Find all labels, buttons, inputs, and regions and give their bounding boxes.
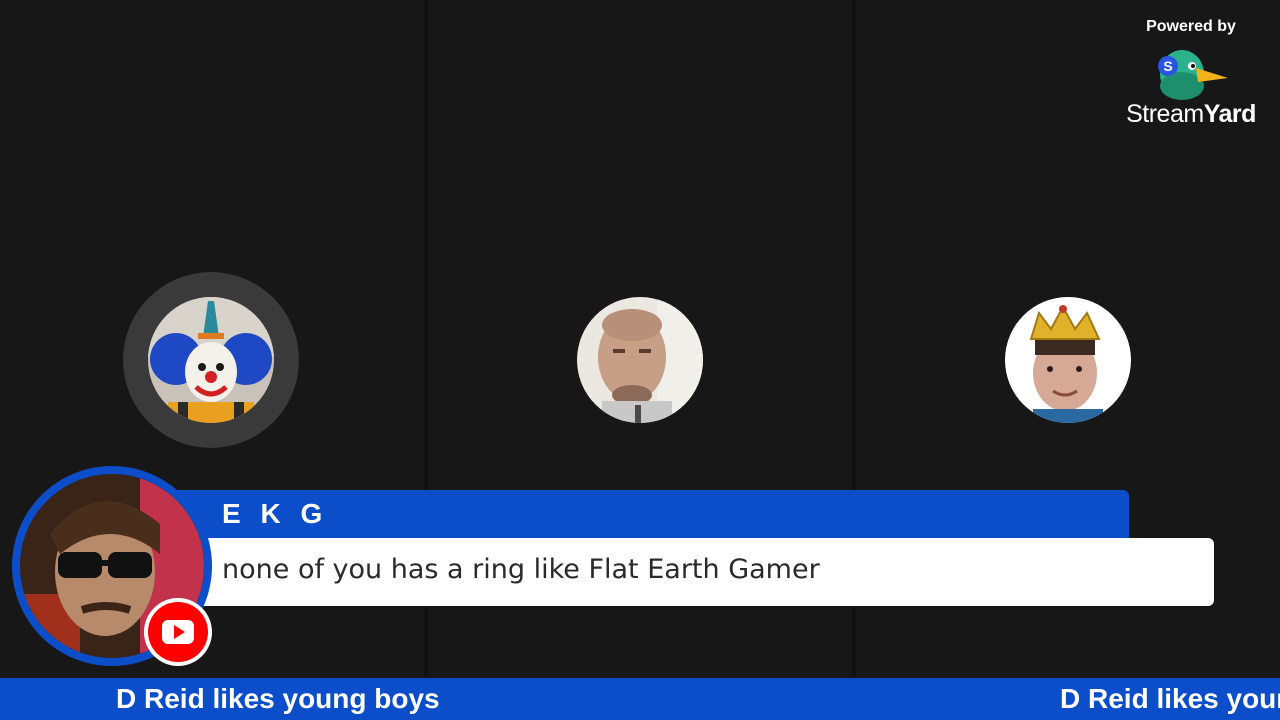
ticker-text-repeat: D Reid likes youn xyxy=(1060,683,1280,714)
comment-message-text: none of you has a ring like Flat Earth G… xyxy=(222,554,820,585)
crown-avatar xyxy=(1005,297,1131,423)
streamyard-duck-icon: S xyxy=(1156,46,1228,104)
comment-author-name: E K G xyxy=(222,498,329,529)
clown-avatar xyxy=(148,297,274,423)
youtube-icon xyxy=(144,598,212,666)
streamyard-wordmark: StreamYard xyxy=(1126,100,1256,128)
featured-comment: E K G none of you has a ring like Flat E… xyxy=(0,466,1280,676)
comment-message-box: none of you has a ring like Flat Earth G… xyxy=(150,538,1214,606)
man-avatar xyxy=(577,297,703,423)
comment-author-bar: E K G xyxy=(150,490,1129,542)
stream-stage: Powered by S StreamYard E K G none of yo… xyxy=(0,0,1280,720)
svg-text:S: S xyxy=(1163,58,1172,74)
streamyard-branding: Powered by S StreamYard xyxy=(1116,16,1266,136)
ticker-bar: D Reid likes young boys D Reid likes you… xyxy=(0,678,1280,720)
powered-by-label: Powered by xyxy=(1146,18,1236,35)
ticker-text: D Reid likes young boys xyxy=(116,683,440,714)
